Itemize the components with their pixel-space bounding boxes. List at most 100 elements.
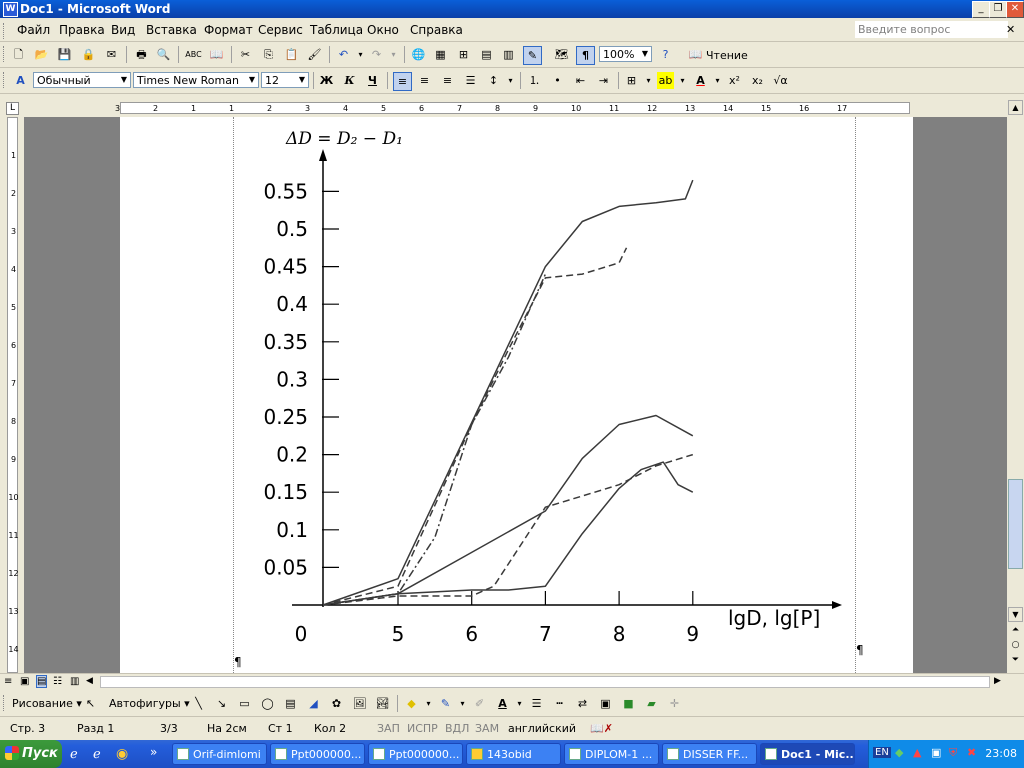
insert-excel-icon[interactable]: ▤: [478, 46, 495, 63]
highlight-dropdown-icon[interactable]: ▾: [674, 72, 691, 89]
previous-page-icon[interactable]: ⏶: [1008, 625, 1023, 640]
increase-indent-icon[interactable]: ⇥: [595, 72, 612, 89]
underline-button[interactable]: Ч: [364, 72, 381, 89]
browse-object-icon[interactable]: ○: [1008, 640, 1023, 655]
font-color-icon[interactable]: A: [692, 72, 709, 89]
shadow-style-icon[interactable]: ▣: [597, 695, 614, 712]
undo-dropdown-icon[interactable]: ▾: [352, 46, 369, 63]
network-icon[interactable]: ◆: [895, 746, 903, 759]
close-document-icon[interactable]: ✕: [1006, 23, 1015, 36]
spelling-icon[interactable]: ABC: [185, 46, 202, 63]
paste-icon[interactable]: 📋: [283, 46, 300, 63]
ie2-icon[interactable]: ℯ: [93, 747, 101, 762]
justify-icon[interactable]: ☰: [462, 72, 479, 89]
autoshapes-menu-button[interactable]: Автофигуры ▾: [109, 697, 190, 710]
print-layout-icon[interactable]: ▤: [36, 675, 48, 688]
draw-font-color-dropdown-icon[interactable]: ▾: [511, 695, 528, 712]
italic-button[interactable]: К: [341, 72, 358, 89]
help-icon[interactable]: ?: [657, 46, 674, 63]
select-objects-icon[interactable]: ↖: [82, 695, 99, 712]
arrow-style-icon[interactable]: ⇄: [574, 695, 591, 712]
display-icon[interactable]: ▣: [931, 746, 941, 759]
start-button[interactable]: Пуск: [0, 740, 62, 768]
styles-formatting-icon[interactable]: A: [12, 72, 29, 89]
font-dropdown-icon[interactable]: ▼: [246, 73, 258, 87]
bullets-icon[interactable]: •: [549, 72, 566, 89]
research-icon[interactable]: 📖: [208, 46, 225, 63]
line-spacing-icon[interactable]: ↕: [485, 72, 502, 89]
task-doc1[interactable]: Doc1 - Mic...: [760, 743, 855, 765]
numbering-icon[interactable]: ⒈: [526, 72, 543, 89]
menu-grip[interactable]: [3, 23, 7, 39]
style-dropdown-icon[interactable]: ▼: [118, 73, 130, 87]
quicklaunch-more-icon[interactable]: »: [150, 745, 157, 759]
vertical-scroll-thumb[interactable]: [1008, 479, 1023, 569]
toolbar-grip[interactable]: [3, 695, 7, 711]
toolbar-grip[interactable]: [3, 46, 7, 62]
scroll-right-icon[interactable]: ▶: [994, 676, 1001, 686]
fill-color-icon[interactable]: ◆: [403, 695, 420, 712]
rectangle-icon[interactable]: ▭: [236, 695, 253, 712]
font-select[interactable]: Times New Roman ▼: [133, 72, 259, 88]
task-folder[interactable]: 143obid: [466, 743, 561, 765]
crop-icon[interactable]: ✛: [666, 695, 683, 712]
diagram-icon[interactable]: ✿: [328, 695, 345, 712]
new-document-icon[interactable]: 🗋: [10, 46, 27, 63]
menu-file[interactable]: Файл: [17, 23, 50, 37]
text-box-icon[interactable]: ▤: [282, 695, 299, 712]
pen-icon[interactable]: ✐: [471, 695, 488, 712]
show-formatting-icon[interactable]: ¶: [576, 46, 595, 65]
line-color-dropdown-icon[interactable]: ▾: [454, 695, 471, 712]
language-indicator[interactable]: EN: [873, 747, 891, 758]
document-map-icon[interactable]: 🗺: [553, 46, 570, 63]
line-icon[interactable]: ╲: [190, 695, 207, 712]
task-ppt-2[interactable]: Ppt000000...: [368, 743, 463, 765]
3d-settings-icon[interactable]: ▰: [643, 695, 660, 712]
vertical-ruler[interactable]: 1 2 3 4 5 6 7 8 9 10 11 12 13 14: [0, 117, 24, 673]
permission-icon[interactable]: 🔒: [80, 46, 97, 63]
dash-style-icon[interactable]: ┅: [551, 695, 568, 712]
menu-edit[interactable]: Правка: [59, 23, 105, 37]
horizontal-scroll-track[interactable]: [100, 676, 990, 688]
wordart-icon[interactable]: ◢: [305, 695, 322, 712]
vertical-ruler-strip[interactable]: 1 2 3 4 5 6 7 8 9 10 11 12 13 14: [7, 117, 19, 673]
ask-question-input[interactable]: Введите вопрос: [855, 21, 1008, 38]
style-select[interactable]: Обычный ▼: [33, 72, 131, 88]
line-style-icon[interactable]: ☰: [528, 695, 545, 712]
reading-label[interactable]: Чтение: [706, 49, 748, 62]
email-icon[interactable]: ✉: [103, 46, 120, 63]
save-icon[interactable]: 💾: [56, 46, 73, 63]
status-record[interactable]: ЗАП: [377, 722, 400, 735]
borders-icon[interactable]: ⊞: [623, 72, 640, 89]
print-preview-icon[interactable]: 🔍: [155, 46, 172, 63]
highlight-icon[interactable]: ab: [657, 72, 674, 89]
arrow-icon[interactable]: ↘: [213, 695, 230, 712]
scroll-up-icon[interactable]: ▲: [1008, 100, 1023, 115]
vertical-scrollbar[interactable]: ▲ ▼ ⏶ ○ ⏷: [1007, 99, 1024, 673]
clipart-icon[interactable]: 🖼: [351, 695, 368, 712]
reading-view-icon[interactable]: ▥: [70, 676, 79, 687]
format-painter-icon[interactable]: 🖌: [306, 46, 323, 63]
reading-layout-icon[interactable]: 📖: [687, 46, 704, 63]
zoom-dropdown-icon[interactable]: ▼: [639, 47, 651, 61]
decrease-indent-icon[interactable]: ⇤: [572, 72, 589, 89]
menu-tools[interactable]: Сервис: [258, 23, 303, 37]
horizontal-scrollbar[interactable]: ≡ ▣ ▤ ☷ ▥ ◀ ▶: [0, 673, 1024, 691]
browser-icon[interactable]: ◉: [116, 746, 128, 762]
drawing-icon[interactable]: ✎: [523, 46, 542, 65]
normal-view-icon[interactable]: ≡: [4, 676, 12, 687]
menu-view[interactable]: Вид: [111, 23, 135, 37]
task-disser[interactable]: DISSER FF...: [662, 743, 757, 765]
subscript-icon[interactable]: x₂: [749, 72, 766, 89]
draw-font-color-icon[interactable]: A: [494, 695, 511, 712]
minimize-button[interactable]: _: [972, 1, 990, 18]
equation-icon[interactable]: √α: [772, 72, 789, 89]
restore-button[interactable]: ❐: [989, 1, 1007, 18]
shield-icon[interactable]: ⛨: [949, 746, 957, 760]
menu-help[interactable]: Справка: [410, 23, 463, 37]
line-color-icon[interactable]: ✎: [437, 695, 454, 712]
zoom-select[interactable]: 100% ▼: [599, 46, 652, 62]
columns-icon[interactable]: ▥: [500, 46, 517, 63]
menu-window[interactable]: Окно: [367, 23, 399, 37]
cut-icon[interactable]: ✂: [237, 46, 254, 63]
